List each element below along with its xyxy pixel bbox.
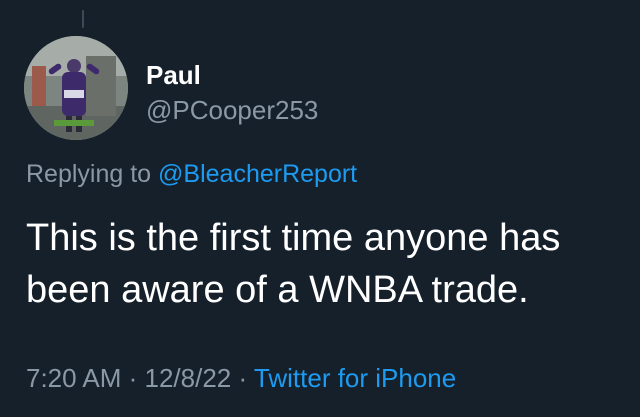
meta-separator: · [231, 363, 254, 393]
replying-to-line: Replying to @BleacherReport [26, 160, 357, 189]
tweet-text-line: This is the first time anyone has [26, 217, 561, 259]
replying-to-mention-link[interactable]: @BleacherReport [158, 160, 357, 188]
tweet-time[interactable]: 7:20 AM [26, 363, 121, 393]
tweet-meta: 7:20 AM · 12/8/22 · Twitter for iPhone [26, 363, 456, 394]
avatar-image [24, 36, 128, 140]
meta-separator: · [121, 363, 145, 393]
tweet-text-line: been aware of a WNBA trade. [26, 269, 529, 311]
avatar[interactable] [24, 36, 128, 140]
tweet-source-link[interactable]: Twitter for iPhone [254, 363, 456, 393]
tweet-text: This is the first time anyone has been a… [26, 212, 626, 316]
display-name[interactable]: Paul [146, 60, 201, 91]
user-handle[interactable]: @PCooper253 [146, 95, 318, 126]
thread-connector-line [82, 10, 84, 28]
replying-to-prefix: Replying to [26, 160, 159, 188]
tweet-date[interactable]: 12/8/22 [145, 363, 232, 393]
